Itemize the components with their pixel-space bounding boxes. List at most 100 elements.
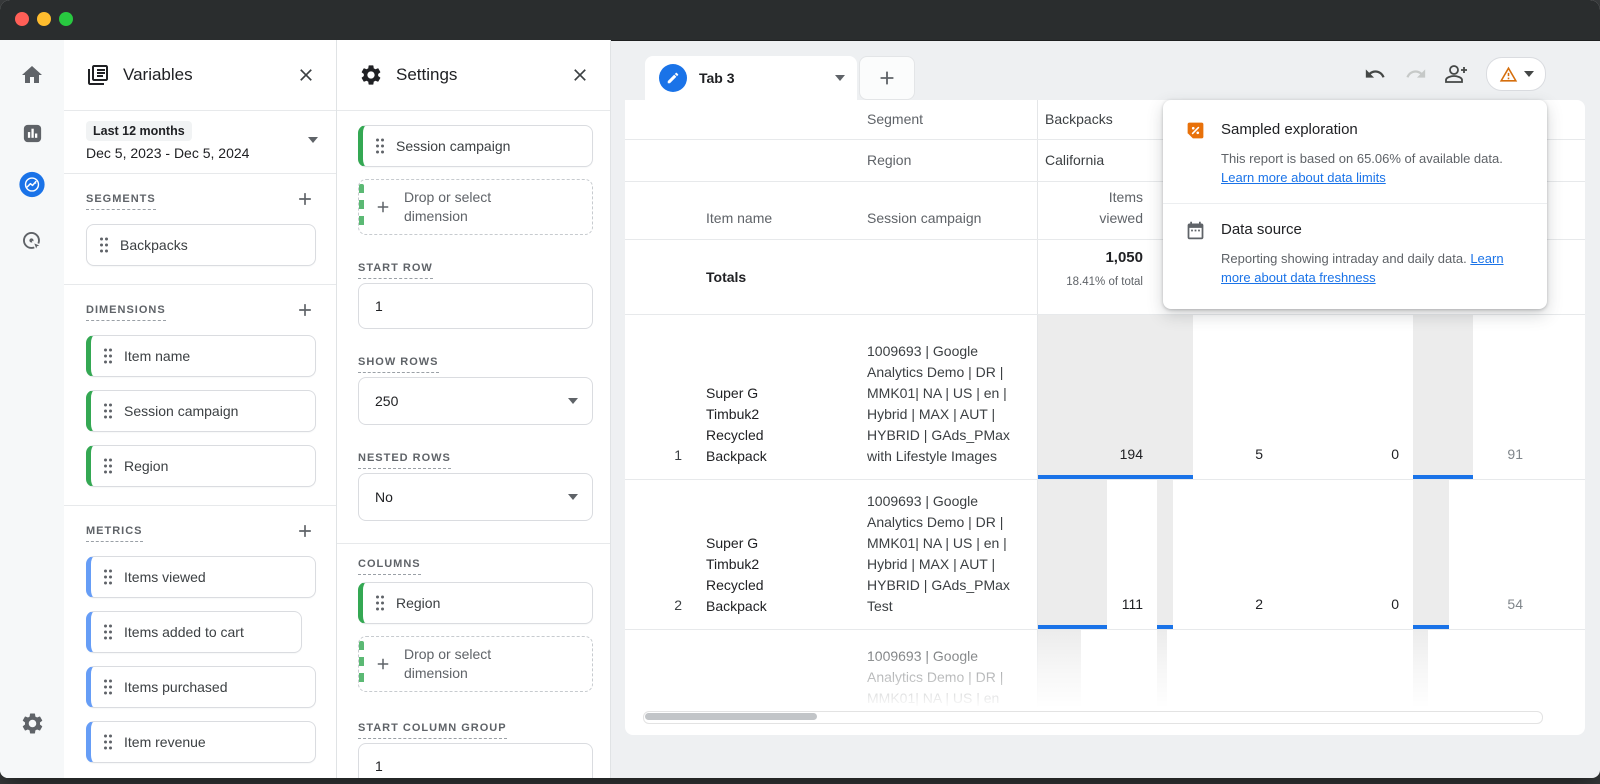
variables-icon — [86, 63, 110, 87]
rows-chip-session-campaign[interactable]: Session campaign — [358, 125, 593, 167]
metrics-label: METRICS — [86, 525, 143, 537]
sampled-exploration-body: This report is based on 65.06% of availa… — [1221, 151, 1503, 166]
section-divider — [337, 543, 610, 544]
items-purchased-cell: 0 — [1277, 315, 1413, 479]
drag-handle-icon — [99, 237, 109, 253]
admin-gear-icon[interactable] — [19, 710, 45, 736]
date-preset-badge: Last 12 months — [86, 121, 192, 141]
table-row: 1009693 | Google Analytics Demo | DR | M… — [625, 630, 1585, 713]
item-revenue-cell — [1413, 630, 1537, 713]
chip-label: Backpacks — [120, 230, 188, 261]
plus-icon — [374, 655, 392, 673]
toolbar — [1363, 58, 1546, 90]
drag-handle-icon — [103, 734, 113, 750]
start-row-label: START ROW — [358, 262, 593, 274]
row-number: 2 — [625, 480, 700, 629]
items-viewed-cell: 111 — [1037, 480, 1157, 629]
variables-panel-title: Variables — [123, 65, 294, 85]
totals-label: Totals — [700, 240, 845, 314]
horizontal-scrollbar-thumb[interactable] — [645, 713, 817, 720]
dimensions-section: DIMENSIONS Item name Session campaign Re… — [64, 285, 336, 506]
data-limits-link[interactable]: Learn more about data limits — [1221, 170, 1386, 185]
dimensions-label: DIMENSIONS — [86, 304, 166, 316]
items-purchased-cell — [1277, 630, 1413, 713]
nested-rows-value: No — [375, 489, 393, 505]
item-name-cell: Super G Timbuk2 Recycled Backpack — [700, 315, 845, 479]
settings-close-icon[interactable] — [568, 63, 592, 87]
metric-chip-items-added-to-cart[interactable]: Items added to cart — [86, 611, 302, 653]
dimension-chip-item-name[interactable]: Item name — [86, 335, 316, 377]
close-window-button[interactable] — [15, 12, 29, 26]
show-rows-select[interactable]: 250 — [358, 377, 593, 425]
redo-icon[interactable] — [1404, 62, 1428, 86]
segment-chip-backpacks[interactable]: Backpacks — [86, 224, 316, 266]
start-column-group-input[interactable] — [358, 743, 593, 778]
add-segment-button[interactable] — [294, 188, 316, 210]
segment-header-value: Backpacks — [1037, 100, 1157, 139]
chevron-down-icon — [568, 398, 578, 404]
home-icon[interactable] — [19, 62, 45, 88]
metric-chip-items-purchased[interactable]: Items purchased — [86, 666, 316, 708]
left-nav-rail — [0, 40, 65, 778]
item-revenue-cell: 54 — [1413, 480, 1537, 629]
add-metric-button[interactable] — [294, 520, 316, 542]
metric-chip-items-viewed[interactable]: Items viewed — [86, 556, 316, 598]
zoom-window-button[interactable] — [59, 12, 73, 26]
sampling-percent-icon — [1185, 120, 1206, 187]
drag-handle-icon — [103, 569, 113, 585]
show-rows-label: SHOW ROWS — [358, 356, 593, 368]
chip-label: Region — [124, 451, 168, 482]
region-header-label: Region — [845, 140, 1037, 181]
variables-close-icon[interactable] — [294, 63, 318, 87]
settings-panel-title: Settings — [396, 65, 568, 85]
plus-icon — [374, 198, 392, 216]
horizontal-scrollbar[interactable] — [643, 711, 1543, 724]
advertising-icon[interactable] — [19, 228, 45, 254]
tab-3[interactable]: Tab 3 — [645, 56, 857, 100]
metrics-section: METRICS Items viewed Items added to cart… — [64, 506, 336, 778]
explore-icon[interactable] — [19, 171, 45, 197]
chip-label: Session campaign — [124, 396, 238, 427]
nested-rows-select[interactable]: No — [358, 473, 593, 521]
plus-icon — [876, 67, 898, 89]
columns-drop-zone[interactable]: Drop or select dimension — [358, 636, 593, 692]
chip-label: Region — [396, 588, 440, 619]
popup-divider — [1163, 203, 1547, 204]
region-header-value: California — [1037, 140, 1157, 181]
dimension-chip-session-campaign[interactable]: Session campaign — [86, 390, 316, 432]
table-row: 1 Super G Timbuk2 Recycled Backpack 1009… — [625, 315, 1585, 480]
session-campaign-column-header: Session campaign — [845, 182, 1037, 239]
sampling-info-popup: Sampled exploration This report is based… — [1163, 100, 1547, 309]
item-name-column-header: Item name — [700, 182, 845, 239]
chip-label: Item revenue — [124, 727, 206, 758]
columns-chip-region[interactable]: Region — [358, 582, 593, 624]
date-range-selector[interactable]: Last 12 months Dec 5, 2023 - Dec 5, 2024 — [64, 111, 336, 174]
data-source-body: Reporting showing intraday and daily dat… — [1221, 251, 1470, 266]
sampled-exploration-title: Sampled exploration — [1221, 120, 1525, 140]
chip-label: Item name — [124, 341, 190, 372]
minimize-window-button[interactable] — [37, 12, 51, 26]
sampling-status-button[interactable] — [1486, 57, 1546, 91]
add-tab-button[interactable] — [859, 56, 915, 100]
drop-zone-label: Drop or select dimension — [404, 188, 524, 226]
variables-panel: Variables Last 12 months Dec 5, 2023 - D… — [64, 40, 337, 778]
add-dimension-button[interactable] — [294, 299, 316, 321]
item-name-cell: Super G Timbuk2 Recycled Backpack — [700, 480, 845, 629]
item-revenue-cell: 91 — [1413, 315, 1537, 479]
start-row-input[interactable] — [358, 283, 593, 329]
undo-icon[interactable] — [1363, 62, 1387, 86]
metric-chip-item-revenue[interactable]: Item revenue — [86, 721, 316, 763]
reports-icon[interactable] — [19, 120, 45, 146]
segment-header-label: Segment — [845, 100, 1037, 139]
tab-label: Tab 3 — [699, 70, 835, 86]
exploration-canvas: Tab 3 — [625, 40, 1585, 778]
person-add-icon[interactable] — [1445, 62, 1469, 86]
window-titlebar — [0, 0, 1600, 41]
chevron-down-icon — [568, 494, 578, 500]
drag-handle-icon — [103, 624, 113, 640]
items-purchased-cell: 0 — [1277, 480, 1413, 629]
rows-drop-zone[interactable]: Drop or select dimension — [358, 179, 593, 235]
settings-gear-icon — [359, 63, 383, 87]
dimension-chip-region[interactable]: Region — [86, 445, 316, 487]
chip-label: Items purchased — [124, 672, 228, 703]
